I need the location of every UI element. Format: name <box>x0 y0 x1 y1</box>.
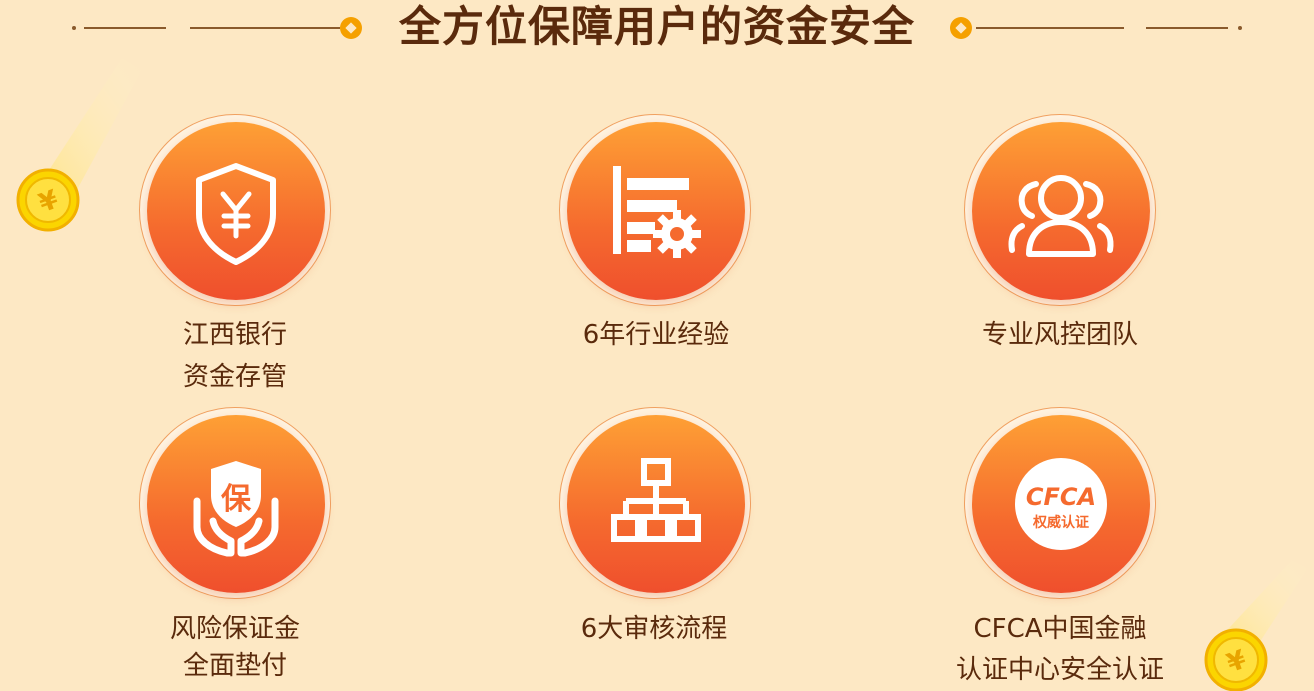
badge-text: 保 <box>221 482 252 517</box>
feature-icon-circle <box>147 122 325 300</box>
feature-icon-circle <box>567 415 745 593</box>
feature-label: 全面垫付 <box>182 651 287 681</box>
feature-icon-ring <box>964 114 1156 306</box>
cfca-logo-text: CFCA <box>1026 483 1096 511</box>
feature-icon-ring: CFCA 权威认证 <box>964 407 1156 599</box>
feature-label: 认证中心安全认证 <box>955 655 1164 685</box>
org-chart-icon <box>611 458 701 542</box>
hands-protect-icon: 保 <box>193 461 279 557</box>
feature-label: 风险保证金 <box>169 614 300 644</box>
feature-label: 江西银行 <box>182 320 287 350</box>
falling-coin-icon: ¥ <box>16 58 142 232</box>
feature-icon-circle: 保 <box>147 415 325 593</box>
feature-label: CFCA中国金融 <box>973 614 1147 644</box>
ornament-dot <box>1238 26 1242 30</box>
ornament-line <box>1146 27 1228 29</box>
feature-label: 专业风控团队 <box>981 320 1138 350</box>
section-header: 全方位保障用户的资金安全 <box>0 0 1314 56</box>
server-gear-icon <box>613 166 701 258</box>
ornament-diamond-icon <box>950 17 972 39</box>
cfca-badge-subtext: 权威认证 <box>1032 514 1089 531</box>
feature-label: 6年行业经验 <box>582 320 730 350</box>
feature-label: 6大审核流程 <box>580 614 728 644</box>
feature-icon-ring <box>559 114 751 306</box>
feature-icon-circle: CFCA 权威认证 <box>972 415 1150 593</box>
team-icon <box>1008 175 1114 257</box>
feature-icon-ring <box>139 114 331 306</box>
feature-icon-circle <box>972 122 1150 300</box>
cfca-badge-icon: CFCA 权威认证 <box>1015 458 1107 550</box>
feature-icon-ring: 保 <box>139 407 331 599</box>
shield-yen-icon <box>196 163 276 265</box>
feature-icon-circle <box>567 122 745 300</box>
feature-icon-ring <box>559 407 751 599</box>
falling-coin-icon: ¥ <box>1204 560 1308 691</box>
ornament-line <box>976 27 1124 29</box>
feature-label: 资金存管 <box>182 362 287 392</box>
